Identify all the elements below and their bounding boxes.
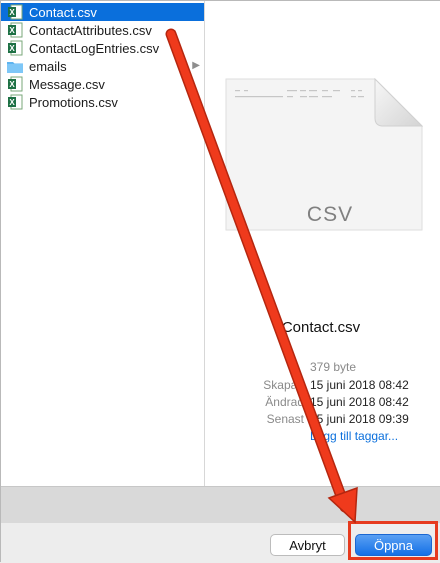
- file-item-contact[interactable]: X Contact.csv: [1, 3, 204, 21]
- file-item-emails-folder[interactable]: emails ▶: [1, 57, 204, 75]
- annotation-highlight-box: [348, 521, 438, 560]
- preview-filename: Contact.csv: [281, 319, 361, 336]
- file-size-row: 379 byte: [205, 360, 437, 374]
- file-name: Message.csv: [29, 76, 105, 92]
- cancel-button[interactable]: Avbryt: [270, 534, 345, 556]
- file-dialog: X Contact.csv X ContactAttributes.csv X …: [0, 0, 440, 563]
- file-name: ContactLogEntries.csv: [29, 40, 160, 56]
- preview-doc-type-label: CSV: [306, 203, 354, 226]
- opened-row: Senast 15 juni 2018 09:39: [205, 412, 437, 426]
- folder-icon: [7, 60, 23, 73]
- opened-value: 15 juni 2018 09:39: [310, 412, 409, 426]
- file-name: emails: [29, 58, 67, 74]
- svg-text:X: X: [9, 26, 15, 35]
- created-label: Skapad: [263, 378, 304, 392]
- file-item-contactlogentries[interactable]: X ContactLogEntries.csv: [1, 39, 204, 57]
- file-item-contactattributes[interactable]: X ContactAttributes.csv: [1, 21, 204, 39]
- excel-file-icon: X: [7, 4, 23, 20]
- created-value: 15 juni 2018 08:42: [310, 378, 409, 392]
- modified-row: Ändrad 15 juni 2018 08:42: [205, 395, 437, 409]
- file-list: X Contact.csv X ContactAttributes.csv X …: [1, 1, 205, 486]
- file-name: ContactAttributes.csv: [29, 22, 152, 38]
- svg-text:X: X: [9, 80, 15, 89]
- opened-label: Senast: [266, 412, 304, 426]
- excel-file-icon: X: [7, 94, 23, 110]
- file-name: Contact.csv: [29, 4, 97, 20]
- svg-text:X: X: [9, 44, 15, 53]
- excel-file-icon: X: [7, 22, 23, 38]
- file-name: Promotions.csv: [29, 94, 118, 110]
- file-size: 379 byte: [310, 360, 357, 374]
- add-tags-link[interactable]: Lägg till taggar...: [310, 429, 398, 443]
- file-item-promotions[interactable]: X Promotions.csv: [1, 93, 204, 111]
- file-item-message[interactable]: X Message.csv: [1, 75, 204, 93]
- excel-file-icon: X: [7, 40, 23, 56]
- created-row: Skapad 15 juni 2018 08:42: [205, 378, 437, 392]
- modified-value: 15 juni 2018 08:42: [310, 395, 409, 409]
- excel-file-icon: X: [7, 76, 23, 92]
- chevron-right-icon: ▶: [192, 60, 200, 71]
- svg-text:X: X: [9, 98, 15, 107]
- dialog-separator: [1, 486, 440, 524]
- svg-text:X: X: [9, 8, 15, 17]
- modified-label: Ändrad: [265, 395, 304, 409]
